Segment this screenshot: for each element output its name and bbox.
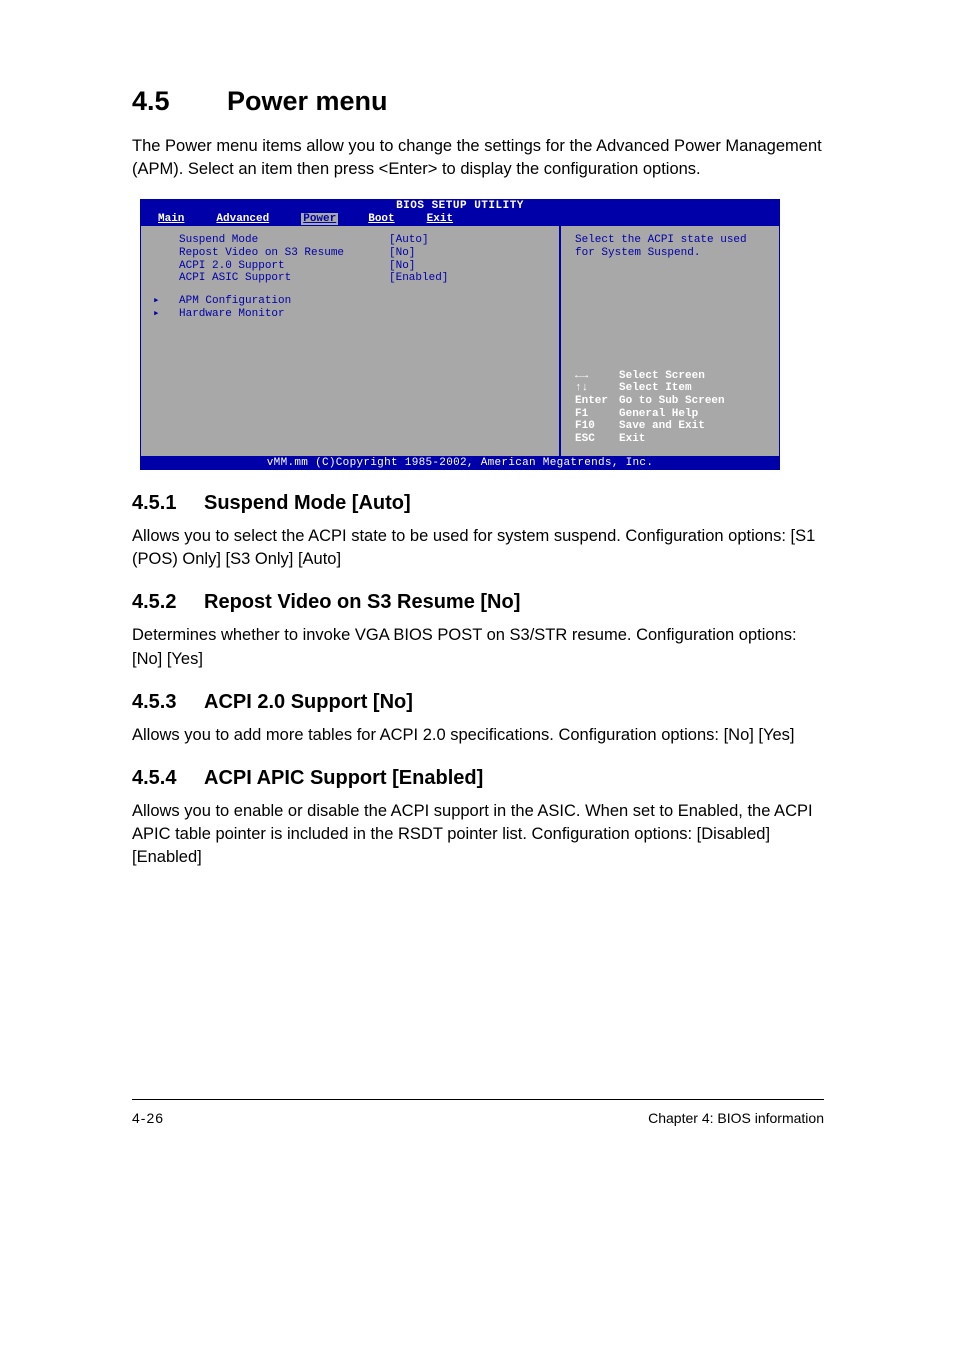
section-number: 4.5 [132,86,227,117]
bios-submenu-label: Hardware Monitor [179,308,285,321]
bios-tab-boot[interactable]: Boot [368,213,408,226]
bios-tab-exit[interactable]: Exit [427,213,467,226]
bios-footer: vMM.mm (C)Copyright 1985-2002, American … [140,456,780,471]
subsection-number: 4.5.2 [132,591,204,614]
subsection-heading: 4.5.1Suspend Mode [Auto] [132,492,824,515]
bios-item-label: ACPI 2.0 Support [179,260,389,273]
subsection-heading: 4.5.4ACPI APIC Support [Enabled] [132,767,824,790]
key-desc: Select Screen [619,370,705,382]
bios-submenu[interactable]: APM Configuration [179,295,549,308]
key-desc: Select Item [619,382,692,394]
bios-left-pane: Suspend Mode [Auto] Repost Video on S3 R… [141,226,561,455]
key: ↑↓ [575,382,619,395]
key: F1 [575,408,619,421]
bios-item[interactable]: Suspend Mode [Auto] [179,234,549,247]
section-title-text: Power menu [227,86,388,116]
subsection-number: 4.5.1 [132,492,204,515]
bios-screenshot: BIOS SETUP UTILITY Main Advanced Power B… [140,199,780,470]
subsection-heading: 4.5.2Repost Video on S3 Resume [No] [132,591,824,614]
bios-item-label: ACPI ASIC Support [179,272,389,285]
bios-item[interactable]: ACPI ASIC Support [Enabled] [179,272,549,285]
key-desc: Go to Sub Screen [619,395,725,407]
bios-help-text: Select the ACPI state used for System Su… [575,234,769,259]
key: ←→ [575,370,619,383]
bios-item-label: Repost Video on S3 Resume [179,247,389,260]
intro-paragraph: The Power menu items allow you to change… [132,135,824,181]
bios-tab-main[interactable]: Main [158,213,198,226]
subsection-body: Determines whether to invoke VGA BIOS PO… [132,624,824,670]
subsection-heading: 4.5.3ACPI 2.0 Support [No] [132,691,824,714]
key-desc: General Help [619,408,698,420]
subsection-number: 4.5.4 [132,767,204,790]
key: F10 [575,420,619,433]
bios-item-value: [No] [389,260,415,273]
bios-item-value: [Enabled] [389,272,448,285]
subsection-body: Allows you to enable or disable the ACPI… [132,800,824,869]
key: Enter [575,395,619,408]
bios-title: BIOS SETUP UTILITY [140,199,780,213]
chapter-title: Chapter 4: BIOS information [648,1110,824,1126]
page-footer: 4-26 Chapter 4: BIOS information [132,1099,824,1126]
subsection-title: ACPI 2.0 Support [No] [204,691,413,713]
bios-tab-power[interactable]: Power [301,213,338,226]
bios-item[interactable]: ACPI 2.0 Support [No] [179,260,549,273]
bios-submenu-label: APM Configuration [179,295,291,308]
bios-item-value: [No] [389,247,415,260]
bios-key-legend: ←→Select Screen ↑↓Select Item EnterGo to… [575,370,769,446]
bios-right-pane: Select the ACPI state used for System Su… [561,226,779,455]
subsection-title: ACPI APIC Support [Enabled] [204,767,483,789]
bios-item-value: [Auto] [389,234,429,247]
subsection-title: Repost Video on S3 Resume [No] [204,591,520,613]
bios-tab-bar: Main Advanced Power Boot Exit [140,213,780,227]
page-number: 4-26 [132,1110,164,1126]
bios-item[interactable]: Repost Video on S3 Resume [No] [179,247,549,260]
subsection-title: Suspend Mode [Auto] [204,492,411,514]
subsection-body: Allows you to add more tables for ACPI 2… [132,724,824,747]
section-heading: 4.5Power menu [132,86,824,117]
bios-item-label: Suspend Mode [179,234,389,247]
key-desc: Exit [619,433,645,445]
bios-submenu[interactable]: Hardware Monitor [179,308,549,321]
subsection-body: Allows you to select the ACPI state to b… [132,525,824,571]
subsection-number: 4.5.3 [132,691,204,714]
key-desc: Save and Exit [619,420,705,432]
bios-tab-advanced[interactable]: Advanced [216,213,283,226]
key: ESC [575,433,619,446]
